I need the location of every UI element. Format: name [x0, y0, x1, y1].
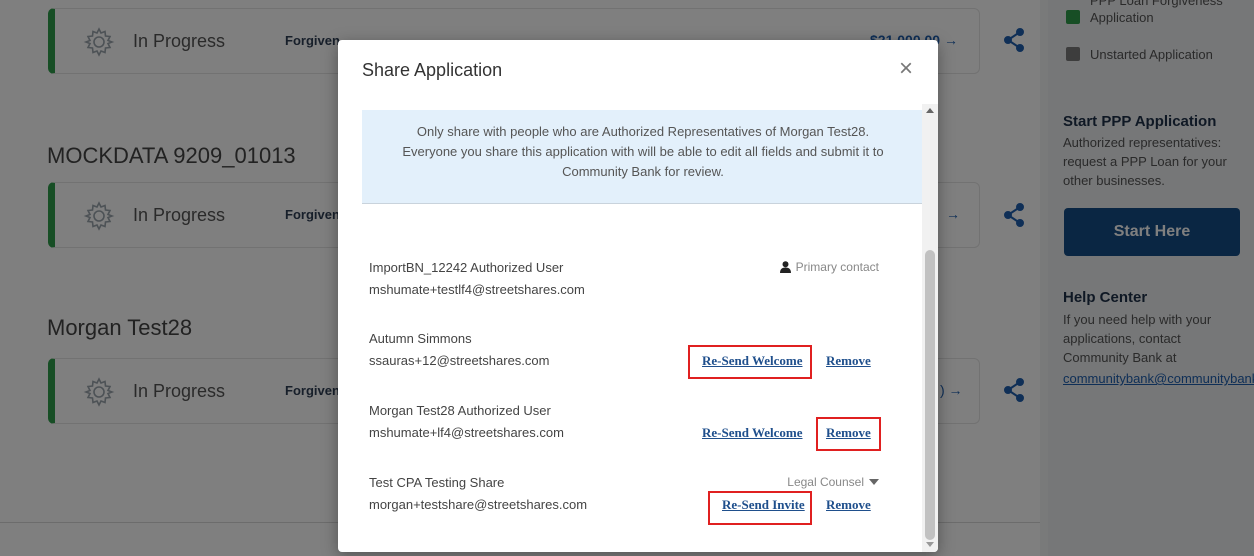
highlight-box [688, 345, 812, 379]
remove-button[interactable]: Remove [826, 353, 871, 369]
remove-button[interactable]: Remove [826, 497, 871, 513]
user-name: Morgan Test28 Authorized User [369, 403, 551, 418]
user-email: ssauras+12@streetshares.com [369, 353, 550, 368]
role-label: Legal Counsel [787, 475, 864, 489]
role-dropdown[interactable]: Legal Counsel [787, 475, 879, 489]
user-name: Autumn Simmons [369, 331, 472, 346]
authorization-notice: Only share with people who are Authorize… [362, 110, 924, 204]
resend-welcome-button[interactable]: Re-Send Welcome [702, 425, 803, 441]
user-name: Test CPA Testing Share [369, 475, 505, 490]
user-email: morgan+testshare@streetshares.com [369, 497, 588, 512]
shared-user-row: Morgan Test28 Authorized User mshumate+l… [369, 403, 879, 447]
role-label: Primary contact [795, 260, 879, 274]
modal-scrollbar[interactable] [922, 104, 938, 552]
primary-contact-badge: Primary contact [779, 260, 879, 274]
modal-title: Share Application [362, 60, 503, 80]
highlight-box [708, 491, 812, 525]
close-icon[interactable]: × [896, 57, 916, 81]
shared-user-row: ImportBN_12242 Authorized User mshumate+… [369, 260, 879, 304]
scrollbar-thumb[interactable] [925, 250, 935, 540]
user-email: mshumate+testlf4@streetshares.com [369, 282, 585, 297]
modal-body: Only share with people who are Authorize… [338, 104, 938, 552]
caret-down-icon [869, 479, 879, 485]
share-application-modal: Share Application × Only share with peop… [338, 40, 938, 552]
person-icon [779, 261, 791, 273]
user-name: ImportBN_12242 Authorized User [369, 260, 564, 275]
highlight-box [816, 417, 881, 451]
scroll-up-arrow-icon[interactable] [926, 108, 934, 113]
user-email: mshumate+lf4@streetshares.com [369, 425, 564, 440]
scroll-down-arrow-icon[interactable] [926, 542, 934, 547]
